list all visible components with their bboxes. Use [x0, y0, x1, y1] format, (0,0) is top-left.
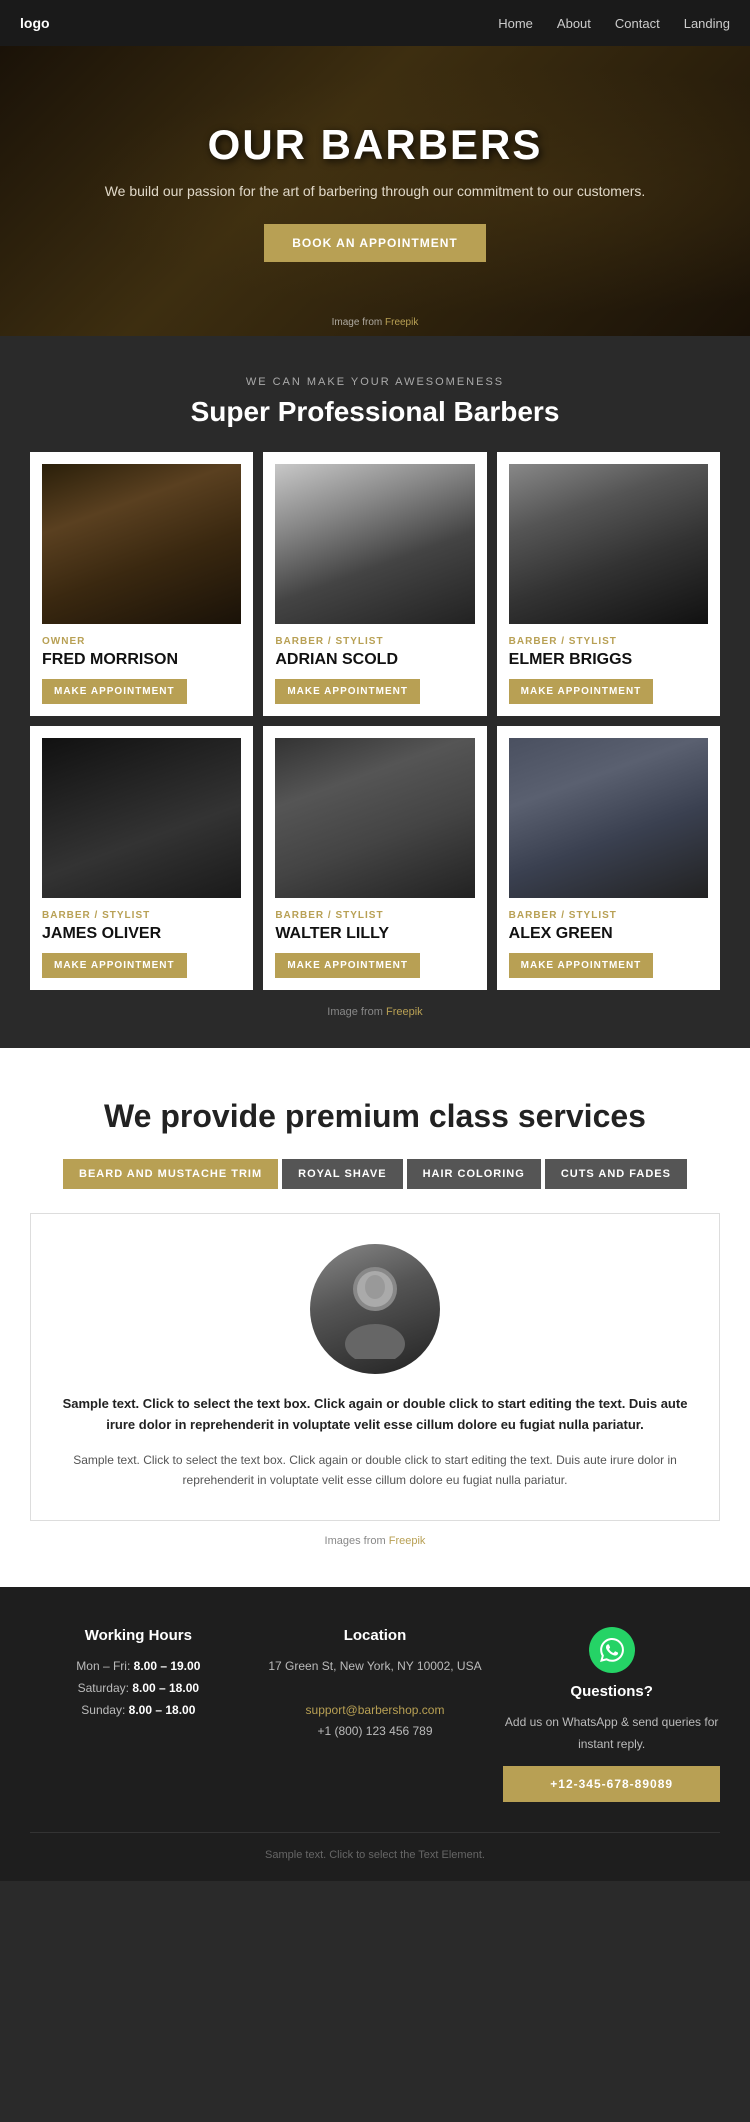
home-link[interactable]: Home — [498, 16, 533, 31]
barbers-image-credit: Image from Freepik — [30, 1006, 720, 1018]
appointment-btn-alex[interactable]: MAKE APPOINTMENT — [509, 953, 654, 978]
barber-role-adrian: BARBER / STYLIST — [275, 636, 474, 647]
nav-links: Home About Contact Landing — [498, 16, 730, 31]
whatsapp-icon[interactable] — [589, 1627, 635, 1673]
appointment-btn-fred[interactable]: MAKE APPOINTMENT — [42, 679, 187, 704]
services-title: We provide premium class services — [30, 1098, 720, 1135]
barbers-title: Super Professional Barbers — [30, 396, 720, 428]
barbers-section: WE CAN MAKE YOUR AWESOMENESS Super Profe… — [0, 336, 750, 1048]
location-text: 17 Green St, New York, NY 10002, USA sup… — [267, 1656, 484, 1742]
barber-card-alex: BARBER / STYLIST ALEX GREEN MAKE APPOINT… — [497, 726, 720, 990]
freepik-link[interactable]: Freepik — [385, 317, 418, 328]
footer-questions: Questions? Add us on WhatsApp & send que… — [503, 1627, 720, 1801]
barber-role-elmer: BARBER / STYLIST — [509, 636, 708, 647]
services-section: We provide premium class services BEARD … — [0, 1048, 750, 1587]
freepik-link-barbers[interactable]: Freepik — [386, 1006, 423, 1018]
appointment-btn-elmer[interactable]: MAKE APPOINTMENT — [509, 679, 654, 704]
questions-text: Add us on WhatsApp & send queries for in… — [503, 1712, 720, 1755]
service-image-svg — [325, 1259, 425, 1359]
tab-royal-shave[interactable]: ROYAL SHAVE — [282, 1159, 402, 1189]
service-content: Sample text. Click to select the text bo… — [30, 1213, 720, 1521]
freepik-link-services[interactable]: Freepik — [389, 1535, 426, 1547]
tab-cuts-fades[interactable]: CUTS AND FADES — [545, 1159, 687, 1189]
barber-photo-adrian — [275, 464, 474, 624]
barber-name-elmer: ELMER BRIGGS — [509, 651, 708, 669]
barber-photo-walter — [275, 738, 474, 898]
book-appointment-button[interactable]: BOOK AN APPOINTMENT — [264, 224, 485, 262]
barber-name-james: JAMES OLIVER — [42, 925, 241, 943]
barber-card-elmer: BARBER / STYLIST ELMER BRIGGS MAKE APPOI… — [497, 452, 720, 716]
hero-image-credit: Image from Freepik — [332, 317, 419, 328]
footer: Working Hours Mon – Fri: 8.00 – 19.00 Sa… — [0, 1587, 750, 1880]
barber-role-walter: BARBER / STYLIST — [275, 910, 474, 921]
hero-section: OUR BARBERS We build our passion for the… — [0, 46, 750, 336]
barber-name-adrian: ADRIAN SCOLD — [275, 651, 474, 669]
services-image-credit: Images from Freepik — [30, 1535, 720, 1547]
logo: logo — [20, 15, 50, 31]
barbers-grid: OWNER FRED MORRISON MAKE APPOINTMENT BAR… — [30, 452, 720, 990]
tab-beard-mustache[interactable]: BEARD AND MUSTACHE TRIM — [63, 1159, 278, 1189]
barber-role-fred: OWNER — [42, 636, 241, 647]
barber-name-fred: FRED MORRISON — [42, 651, 241, 669]
navbar: logo Home About Contact Landing — [0, 0, 750, 46]
whatsapp-svg — [600, 1638, 624, 1662]
footer-grid: Working Hours Mon – Fri: 8.00 – 19.00 Sa… — [30, 1627, 720, 1801]
footer-bottom: Sample text. Click to select the Text El… — [30, 1832, 720, 1861]
hero-content: OUR BARBERS We build our passion for the… — [105, 121, 646, 262]
hero-subtitle: We build our passion for the art of barb… — [105, 181, 646, 202]
barber-name-alex: ALEX GREEN — [509, 925, 708, 943]
appointment-btn-walter[interactable]: MAKE APPOINTMENT — [275, 953, 420, 978]
barber-photo-fred — [42, 464, 241, 624]
footer-location: Location 17 Green St, New York, NY 10002… — [267, 1627, 484, 1801]
barber-photo-james — [42, 738, 241, 898]
barber-card-adrian: BARBER / STYLIST ADRIAN SCOLD MAKE APPOI… — [263, 452, 486, 716]
barber-photo-elmer — [509, 464, 708, 624]
service-image — [310, 1244, 440, 1374]
tab-hair-coloring[interactable]: HAIR COLORING — [407, 1159, 541, 1189]
support-email-link[interactable]: support@barbershop.com — [306, 1703, 445, 1717]
appointment-btn-adrian[interactable]: MAKE APPOINTMENT — [275, 679, 420, 704]
services-tabs: BEARD AND MUSTACHE TRIM ROYAL SHAVE HAIR… — [30, 1159, 720, 1189]
working-hours-text: Mon – Fri: 8.00 – 19.00 Saturday: 8.00 –… — [30, 1656, 247, 1721]
service-bold-text: Sample text. Click to select the text bo… — [61, 1394, 689, 1436]
barber-card-walter: BARBER / STYLIST WALTER LILLY MAKE APPOI… — [263, 726, 486, 990]
barbers-subtitle: WE CAN MAKE YOUR AWESOMENESS — [30, 376, 720, 388]
barber-card-james: BARBER / STYLIST JAMES OLIVER MAKE APPOI… — [30, 726, 253, 990]
landing-link[interactable]: Landing — [684, 16, 730, 31]
contact-link[interactable]: Contact — [615, 16, 660, 31]
hero-title: OUR BARBERS — [105, 121, 646, 169]
barber-name-walter: WALTER LILLY — [275, 925, 474, 943]
barber-card-fred: OWNER FRED MORRISON MAKE APPOINTMENT — [30, 452, 253, 716]
service-normal-text: Sample text. Click to select the text bo… — [61, 1450, 689, 1491]
questions-title: Questions? — [503, 1683, 720, 1700]
barber-role-james: BARBER / STYLIST — [42, 910, 241, 921]
about-link[interactable]: About — [557, 16, 591, 31]
working-hours-title: Working Hours — [30, 1627, 247, 1644]
barber-role-alex: BARBER / STYLIST — [509, 910, 708, 921]
location-title: Location — [267, 1627, 484, 1644]
appointment-btn-james[interactable]: MAKE APPOINTMENT — [42, 953, 187, 978]
barber-photo-alex — [509, 738, 708, 898]
whatsapp-phone-button[interactable]: +12-345-678-89089 — [503, 1766, 720, 1802]
footer-working-hours: Working Hours Mon – Fri: 8.00 – 19.00 Sa… — [30, 1627, 247, 1801]
